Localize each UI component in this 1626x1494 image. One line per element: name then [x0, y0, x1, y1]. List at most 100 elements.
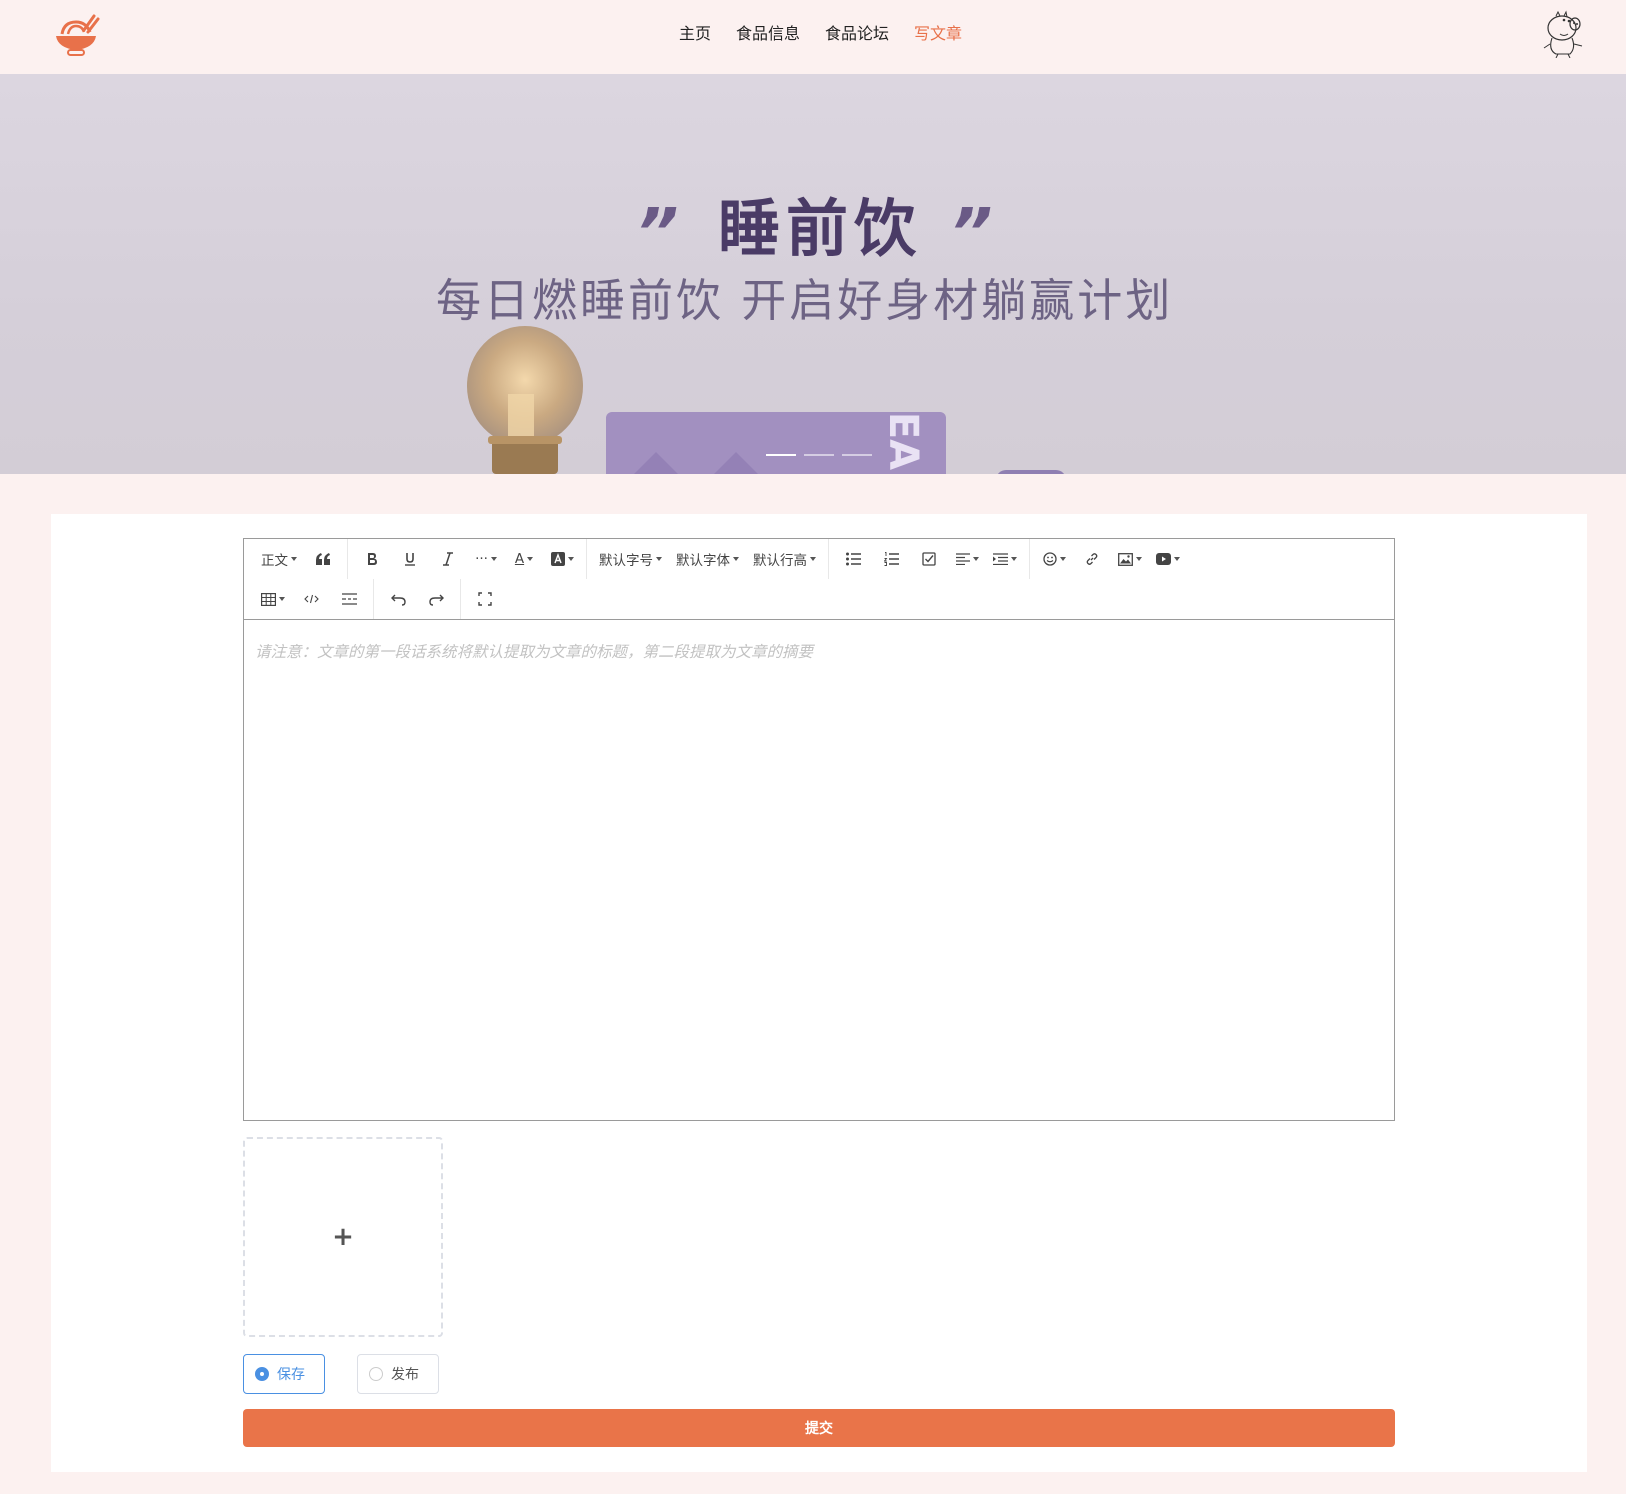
chevron-down-icon [972, 557, 979, 561]
image-icon [1118, 552, 1133, 566]
toolbar-row-1: 正文 ··· A 默认字号 默认字体 默认行高 [254, 539, 1187, 579]
product-lid-image [996, 470, 1066, 474]
image-button[interactable] [1113, 544, 1147, 574]
align-button[interactable] [950, 544, 984, 574]
quote-icon [316, 553, 330, 565]
chevron-down-icon [810, 557, 816, 561]
nav-write-article[interactable]: 写文章 [914, 22, 962, 46]
emoji-icon [1042, 552, 1057, 566]
carousel-dot-2[interactable] [804, 454, 834, 456]
banner-quote-open: ” [636, 194, 678, 271]
chevron-down-icon [279, 597, 285, 601]
indent-button[interactable] [988, 544, 1022, 574]
bulleted-list-icon [845, 552, 861, 566]
line-height-label: 默认行高 [753, 553, 807, 569]
chevron-down-icon [656, 557, 662, 561]
chevron-down-icon [567, 557, 574, 561]
radio-publish[interactable]: 发布 [357, 1354, 439, 1394]
write-article-panel: 正文 ··· A 默认字号 默认字体 默认行高 请注意：文章的第一段话系统将默认… [51, 514, 1587, 1472]
light-bulb-image [467, 326, 583, 474]
carousel-dot-3[interactable] [842, 454, 872, 456]
banner-title: 睡前饮 [718, 192, 923, 265]
banner-subtitle: 每日燃睡前饮 开启好身材躺赢计划 [436, 274, 1174, 327]
chevron-down-icon [1059, 557, 1066, 561]
italic-button[interactable] [431, 544, 465, 574]
underline-button[interactable] [393, 544, 427, 574]
font-color-button[interactable]: A [507, 544, 541, 574]
background-color-button[interactable] [545, 544, 579, 574]
divider-button[interactable] [332, 584, 366, 614]
chevron-down-icon [1174, 557, 1180, 561]
carousel-dot-1[interactable] [766, 454, 796, 456]
heading-select[interactable]: 正文 [256, 544, 302, 574]
editor-placeholder: 请注意：文章的第一段话系统将默认提取为文章的标题，第二段提取为文章的摘要 [255, 643, 814, 661]
radio-circle-icon [369, 1367, 383, 1381]
toolbar-divider [828, 539, 829, 579]
banner-carousel[interactable]: ” 睡前饮 ” 每日燃睡前饮 开启好身材躺赢计划 EA [0, 74, 1626, 474]
fullscreen-button[interactable] [468, 584, 502, 614]
italic-icon [443, 552, 453, 566]
chevron-down-icon [733, 557, 739, 561]
underline-icon [405, 553, 415, 566]
bold-button[interactable] [355, 544, 389, 574]
toolbar-divider [586, 539, 587, 579]
bold-icon [368, 553, 377, 565]
toolbar-divider [373, 579, 374, 619]
redo-button[interactable] [419, 584, 453, 614]
editor-toolbar: 正文 ··· A 默认字号 默认字体 默认行高 [244, 539, 1394, 620]
emoji-button[interactable] [1037, 544, 1071, 574]
horizontal-rule-icon [341, 593, 357, 605]
bulleted-list-button[interactable] [836, 544, 870, 574]
font-size-label: 默认字号 [599, 553, 653, 569]
cover-image-upload[interactable]: + [243, 1137, 443, 1337]
code-icon [303, 594, 319, 604]
font-family-select[interactable]: 默认字体 [671, 544, 744, 574]
toolbar-divider [460, 579, 461, 619]
table-button[interactable] [256, 584, 290, 614]
checkbox-icon [922, 552, 936, 566]
banner-quote-close: ” [950, 194, 992, 271]
nav-home[interactable]: 主页 [679, 22, 711, 46]
line-height-select[interactable]: 默认行高 [748, 544, 821, 574]
font-size-select[interactable]: 默认字号 [594, 544, 667, 574]
pig-avatar-icon[interactable] [1542, 10, 1584, 58]
product-box-image: EA [606, 412, 946, 474]
box-letters: EA [879, 411, 926, 471]
more-format-button[interactable]: ··· [469, 544, 503, 574]
toolbar-divider [1029, 539, 1030, 579]
chevron-down-icon [490, 557, 497, 561]
numbered-list-button[interactable] [874, 544, 908, 574]
editor-content-area[interactable]: 请注意：文章的第一段话系统将默认提取为文章的标题，第二段提取为文章的摘要 [244, 620, 1394, 1120]
carousel-indicators [766, 454, 872, 456]
blockquote-button[interactable] [306, 544, 340, 574]
main-nav: 主页 食品信息 食品论坛 写文章 [679, 22, 987, 46]
numbered-list-icon [883, 552, 899, 566]
link-button[interactable] [1075, 544, 1109, 574]
undo-button[interactable] [381, 584, 415, 614]
radio-save[interactable]: 保存 [243, 1354, 325, 1394]
chevron-down-icon [1011, 557, 1017, 561]
code-block-button[interactable] [294, 584, 328, 614]
rich-text-editor: 正文 ··· A 默认字号 默认字体 默认行高 请注意：文章的第一段话系统将默认… [243, 538, 1395, 1121]
font-color-label: A [514, 551, 525, 567]
more-label: ··· [475, 551, 488, 567]
top-header: 主页 食品信息 食品论坛 写文章 [0, 0, 1626, 74]
table-icon [261, 592, 276, 606]
toolbar-divider [347, 539, 348, 579]
chevron-down-icon [527, 557, 534, 561]
chevron-down-icon [1136, 557, 1142, 561]
align-left-icon [955, 553, 970, 565]
submit-button[interactable]: 提交 [243, 1409, 1395, 1447]
link-icon [1086, 553, 1098, 565]
nav-food-info[interactable]: 食品信息 [736, 22, 800, 46]
fullscreen-icon [478, 592, 492, 606]
video-button[interactable] [1151, 544, 1185, 574]
redo-icon [428, 594, 444, 606]
nav-food-forum[interactable]: 食品论坛 [825, 22, 889, 46]
toolbar-row-2 [254, 579, 504, 619]
todo-list-button[interactable] [912, 544, 946, 574]
font-family-label: 默认字体 [676, 553, 730, 569]
noodle-bowl-logo-icon[interactable] [52, 14, 100, 56]
undo-icon [390, 594, 406, 606]
radio-circle-icon [255, 1367, 269, 1381]
